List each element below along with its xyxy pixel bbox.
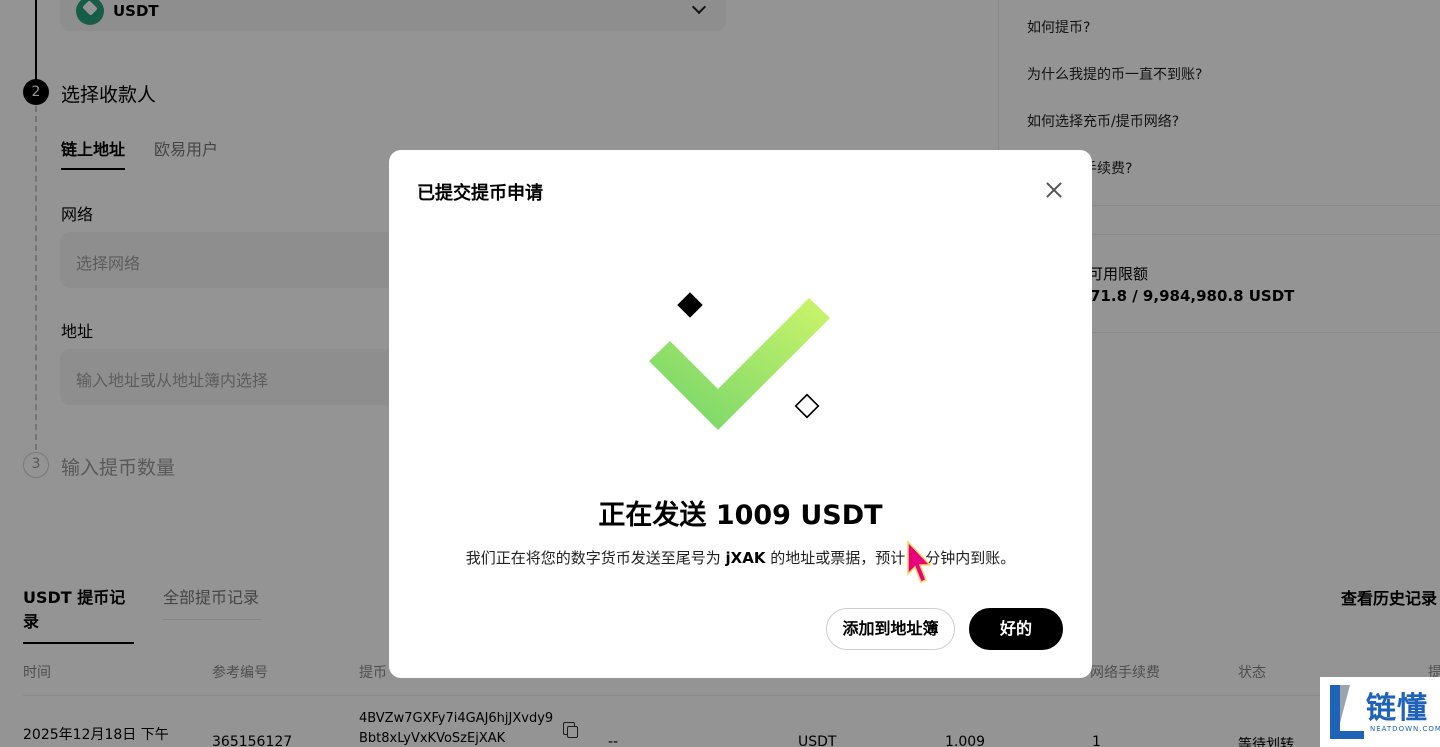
- watermark: 链懂 NEATDOWN.COM: [1320, 677, 1440, 747]
- dialog-heading: 正在发送 1009 USDT: [598, 500, 883, 531]
- desc-mid: 的地址或票据，预计: [765, 549, 911, 567]
- add-to-address-book-button[interactable]: 添加到地址簿: [826, 608, 955, 650]
- address-suffix: jXAK: [725, 549, 766, 567]
- desc-end: 分钟内到账。: [920, 549, 1016, 567]
- close-icon[interactable]: [1042, 178, 1066, 202]
- watermark-subtext: NEATDOWN.COM: [1370, 725, 1440, 733]
- withdraw-submitted-dialog: 已提交提币申请 正在发送 1009 USDT 我们正在将您的数字货币发送至尾号为…: [389, 150, 1092, 678]
- mouse-cursor-icon: [907, 540, 932, 583]
- dialog-title: 已提交提币申请: [417, 183, 543, 204]
- watermark-logo-icon: [1330, 685, 1364, 739]
- dialog-description: 我们正在将您的数字货币发送至尾号为 jXAK 的地址或票据，预计 2 分钟内到账…: [389, 547, 1092, 568]
- desc-prefix: 我们正在将您的数字货币发送至尾号为: [465, 549, 726, 567]
- success-check-icon: [649, 292, 830, 430]
- watermark-text: 链懂: [1366, 691, 1428, 726]
- ok-button[interactable]: 好的: [969, 608, 1063, 650]
